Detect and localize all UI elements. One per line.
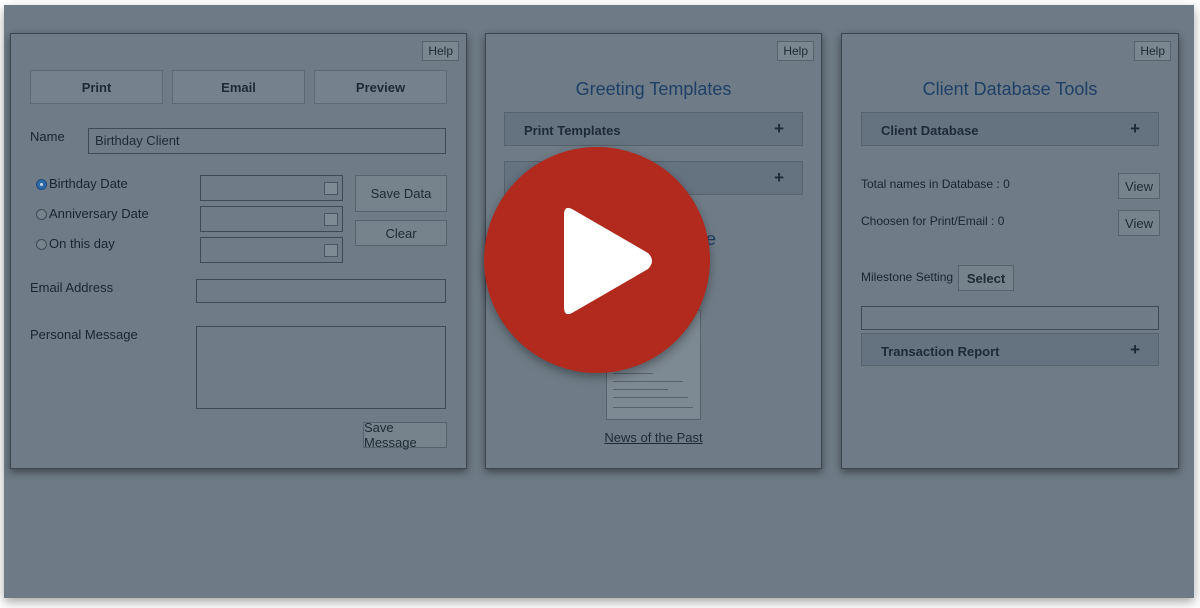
- plus-icon: +: [1130, 119, 1140, 138]
- on-this-day-input[interactable]: [200, 237, 343, 263]
- print-button[interactable]: Print: [30, 70, 163, 104]
- news-of-the-past-link[interactable]: News of the Past: [486, 430, 821, 445]
- panel-title: Greeting Templates: [575, 79, 732, 99]
- save-message-button[interactable]: Save Message: [363, 420, 447, 450]
- thumbnail-line: [613, 389, 668, 390]
- thumbnail-line: [613, 381, 683, 382]
- milestone-setting-label: Milestone Setting: [861, 270, 954, 284]
- client-entry-panel: Help Print Email Preview Name Birthday C…: [10, 33, 467, 469]
- save-data-button[interactable]: Save Data: [355, 175, 447, 212]
- anniversary-date-label: Anniversary Date: [49, 206, 149, 221]
- calendar-icon[interactable]: [324, 182, 338, 195]
- select-button[interactable]: Select: [958, 265, 1014, 291]
- transaction-report-accordion[interactable]: Transaction Report +: [861, 333, 1159, 366]
- help-button[interactable]: Help: [777, 41, 814, 61]
- play-icon: [564, 207, 652, 315]
- birthday-date-input[interactable]: [200, 175, 343, 201]
- panel-title: Client Database Tools: [922, 79, 1098, 99]
- calendar-icon[interactable]: [324, 213, 338, 226]
- anniversary-date-input[interactable]: [200, 206, 343, 232]
- thumbnail-line: [613, 373, 653, 374]
- calendar-icon[interactable]: [324, 244, 338, 257]
- view-chosen-button[interactable]: View: [1118, 210, 1160, 236]
- name-label: Name: [30, 129, 65, 144]
- accordion-label: Client Database: [881, 123, 979, 138]
- view-total-button[interactable]: View: [1118, 173, 1160, 199]
- total-names-text: Total names in Database : 0: [861, 177, 1010, 191]
- anniversary-date-radio[interactable]: [36, 209, 47, 220]
- email-address-label: Email Address: [30, 280, 114, 295]
- name-input[interactable]: Birthday Client: [88, 128, 446, 154]
- plus-icon: +: [1130, 340, 1140, 359]
- birthday-date-radio[interactable]: [36, 179, 47, 190]
- personal-message-label: Personal Message: [30, 327, 138, 342]
- plus-icon: +: [774, 119, 784, 138]
- client-database-accordion[interactable]: Client Database +: [861, 112, 1159, 146]
- play-button[interactable]: [484, 147, 710, 373]
- thumbnail-line: [613, 397, 688, 398]
- email-button[interactable]: Email: [172, 70, 305, 104]
- plus-icon: +: [774, 168, 784, 187]
- email-address-input[interactable]: [196, 279, 446, 303]
- help-button[interactable]: Help: [1134, 41, 1171, 61]
- preview-button[interactable]: Preview: [314, 70, 447, 104]
- print-templates-accordion[interactable]: Print Templates +: [504, 112, 803, 146]
- on-this-day-label: On this day: [49, 236, 115, 251]
- birthday-date-label: Birthday Date: [49, 176, 128, 191]
- milestone-input[interactable]: [861, 306, 1159, 330]
- client-database-tools-panel: Help Client Database Tools Client Databa…: [841, 33, 1179, 469]
- chosen-count-text: Choosen for Print/Email : 0: [861, 214, 1005, 228]
- help-button[interactable]: Help: [422, 41, 459, 61]
- on-this-day-radio[interactable]: [36, 239, 47, 250]
- clear-button[interactable]: Clear: [355, 220, 447, 246]
- thumbnail-line: [613, 407, 693, 408]
- accordion-label: Transaction Report: [881, 344, 1000, 359]
- personal-message-textarea[interactable]: [196, 326, 446, 409]
- accordion-label: Print Templates: [524, 123, 621, 138]
